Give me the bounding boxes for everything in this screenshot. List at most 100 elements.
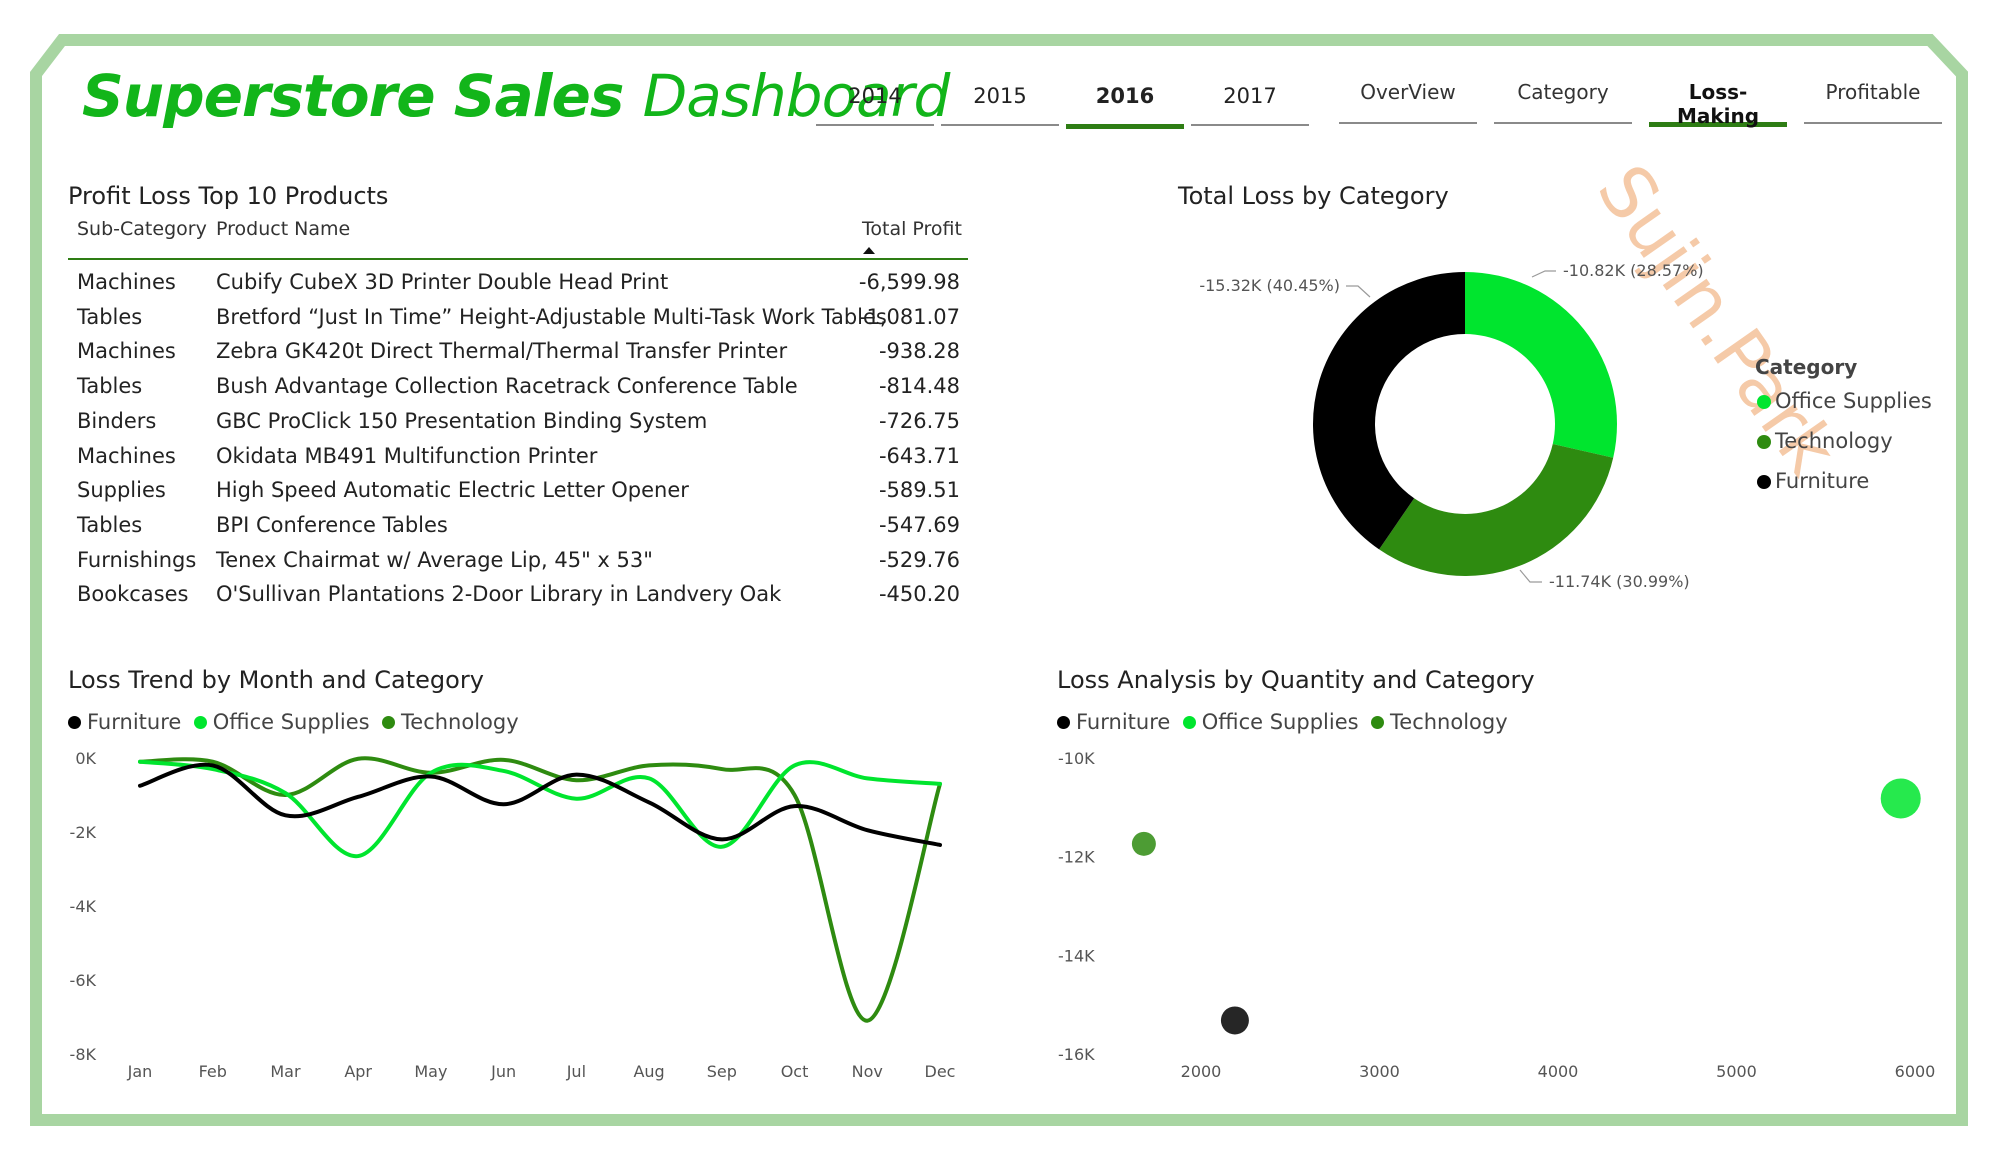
cell-subcategory: Bookcases xyxy=(77,582,189,607)
x-tick-label: Jun xyxy=(490,1062,516,1081)
table-row[interactable]: Tables Bretford “Just In Time” Height-Adj… xyxy=(68,305,968,339)
header-divider xyxy=(68,258,968,260)
donut-data-label: -10.82K (28.57%) xyxy=(1563,261,1704,280)
cell-product-name: Cubify CubeX 3D Printer Double Head Prin… xyxy=(216,270,669,294)
x-tick-label: 4000 xyxy=(1538,1062,1579,1081)
legend-item-office-supplies[interactable]: Office Supplies xyxy=(193,710,370,734)
donut-leader-line xyxy=(1346,285,1371,298)
legend-label-office-supplies: Office Supplies xyxy=(212,710,370,734)
legend-label-technology: Technology xyxy=(401,710,519,734)
cell-total-profit: -1,081.07 xyxy=(858,304,960,329)
nav-tab-profitable[interactable]: Profitable xyxy=(1804,80,1942,124)
table-row[interactable]: Supplies High Speed Automatic Electric Le… xyxy=(68,478,968,512)
line-chart-title: Loss Trend by Month and Category xyxy=(68,666,484,694)
legend-item-furniture[interactable]: Furniture xyxy=(68,710,181,734)
legend-label-technology: Technology xyxy=(1390,710,1508,734)
year-tab-2015[interactable]: 2015 xyxy=(941,84,1059,126)
donut-slice-office-supplies[interactable] xyxy=(1465,272,1617,458)
year-tab-2016[interactable]: 2016 xyxy=(1066,84,1184,129)
x-tick-label: Oct xyxy=(781,1062,809,1081)
legend-dot-icon xyxy=(1757,435,1771,449)
x-tick-label: Jul xyxy=(566,1062,586,1081)
technology-dot-icon xyxy=(382,715,396,729)
line-series-furniture[interactable] xyxy=(138,762,942,847)
legend-label-furniture: Furniture xyxy=(87,710,182,734)
table-row[interactable]: Tables Bush Advantage Collection Racetrac… xyxy=(68,374,968,408)
nav-tab-loss-making[interactable]: Loss-Making xyxy=(1649,80,1787,128)
cell-product-name: Bush Advantage Collection Racetrack Conf… xyxy=(216,374,798,399)
scatter-point-furniture[interactable] xyxy=(1220,1006,1249,1035)
cell-total-profit: -643.71 xyxy=(878,443,960,468)
table-row[interactable]: Machines Zebra GK420t Direct Thermal/Ther… xyxy=(68,339,968,373)
legend-dot-icon xyxy=(1757,475,1771,489)
y-tick-label: -8K xyxy=(70,1045,97,1064)
furniture-dot-icon xyxy=(1057,715,1070,729)
nav-tab-category[interactable]: Category xyxy=(1494,80,1632,124)
x-tick-label: Nov xyxy=(852,1062,883,1081)
cell-product-name: Zebra GK420t Direct Thermal/Thermal Tran… xyxy=(216,339,788,364)
donut-slice-furniture[interactable] xyxy=(1313,272,1465,550)
x-tick-label: 2000 xyxy=(1181,1062,1222,1081)
year-tab-2017[interactable]: 2017 xyxy=(1191,84,1309,126)
line-chart: 0K -2K -4K -6K -8K Jan Feb Mar Apr May Jun Jul Aug Se… xyxy=(70,749,956,1081)
cell-subcategory: Machines xyxy=(77,443,176,468)
cell-total-profit: -589.51 xyxy=(878,478,960,503)
legend-label-office-supplies: Office Supplies xyxy=(1201,710,1359,734)
table-row[interactable]: Machines Cubify CubeX 3D Printer Double H… xyxy=(68,270,968,304)
cell-subcategory: Furnishings xyxy=(77,547,197,572)
legend-item-technology[interactable]: Technology xyxy=(382,710,519,734)
y-tick-label: -2K xyxy=(70,823,97,842)
donut-legend-label[interactable]: Office Supplies xyxy=(1775,389,1932,413)
donut-legend-label[interactable]: Furniture xyxy=(1775,469,1869,493)
cell-product-name: High Speed Automatic Electric Letter Ope… xyxy=(216,478,689,503)
cell-subcategory: Machines xyxy=(77,339,176,364)
x-tick-label: Mar xyxy=(270,1062,301,1081)
legend-item-furniture[interactable]: Furniture xyxy=(1057,710,1170,734)
x-tick-label: 3000 xyxy=(1359,1062,1400,1081)
table-row[interactable]: Furnishings Tenex Chairmat w/ Average Lip… xyxy=(68,548,968,582)
donut-leader-line xyxy=(1519,569,1542,583)
legend-dot-icon xyxy=(1757,395,1771,409)
y-tick-label: -10K xyxy=(1058,749,1095,768)
column-header-total-profit[interactable]: Total Profit xyxy=(862,218,962,240)
cell-total-profit: -450.20 xyxy=(878,582,960,607)
x-tick-label: 6000 xyxy=(1895,1062,1936,1081)
x-tick-label: Aug xyxy=(633,1062,664,1081)
cell-product-name: Okidata MB491 Multifunction Printer xyxy=(216,443,598,468)
table-row[interactable]: Binders GBC ProClick 150 Presentation Bin… xyxy=(68,409,968,443)
line-chart-legend: Furniture Office Supplies Technology xyxy=(68,710,527,734)
y-tick-label: 0K xyxy=(75,749,96,768)
scatter-point-technology[interactable] xyxy=(1131,831,1156,856)
donut-slice-technology[interactable] xyxy=(1379,443,1614,576)
cell-subcategory: Binders xyxy=(77,408,157,433)
column-header-subcategory[interactable]: Sub-Category xyxy=(77,218,207,240)
table-row[interactable]: Tables BPI Conference Tables -547.69 xyxy=(68,513,968,547)
legend-label-furniture: Furniture xyxy=(1076,710,1171,734)
legend-item-technology[interactable]: Technology xyxy=(1371,710,1508,734)
table-row[interactable]: Machines Okidata MB491 Multifunction Prin… xyxy=(68,444,968,478)
year-tab-2014[interactable]: 2014 xyxy=(816,84,934,126)
cell-subcategory: Tables xyxy=(77,304,143,329)
title-bold: Superstore Sales xyxy=(82,62,624,130)
x-tick-label: Feb xyxy=(199,1062,227,1081)
cell-total-profit: -814.48 xyxy=(878,374,960,399)
nav-tab-overview[interactable]: OverView xyxy=(1339,80,1477,124)
cell-product-name: GBC ProClick 150 Presentation Binding Sy… xyxy=(216,408,708,433)
donut-legend-label[interactable]: Technology xyxy=(1774,429,1893,453)
donut-data-label: -11.74K (30.99%) xyxy=(1549,572,1690,591)
scatter-chart-title: Loss Analysis by Quantity and Category xyxy=(1057,666,1535,694)
column-header-product[interactable]: Product Name xyxy=(216,218,350,240)
cell-subcategory: Tables xyxy=(77,512,143,537)
table-row[interactable]: Bookcases O'Sullivan Plantations 2-Door L… xyxy=(68,582,968,616)
scatter-chart-legend: Furniture Office Supplies Technology xyxy=(1057,710,1516,734)
technology-dot-icon xyxy=(1371,715,1385,729)
scatter-point-office-supplies[interactable] xyxy=(1880,778,1921,819)
x-tick-label: Jan xyxy=(127,1062,153,1081)
scatter-chart: -10K -12K -14K -16K 2000 3000 4000 5000 6000 xyxy=(1058,749,1936,1081)
cell-product-name: Bretford “Just In Time” Height-Adjustabl… xyxy=(216,304,887,329)
sort-ascending-icon[interactable] xyxy=(862,245,876,255)
legend-item-office-supplies[interactable]: Office Supplies xyxy=(1182,710,1359,734)
cell-product-name: Tenex Chairmat w/ Average Lip, 45" x 53" xyxy=(216,547,653,572)
cell-total-profit: -726.75 xyxy=(878,408,960,433)
table-title: Profit Loss Top 10 Products xyxy=(68,182,389,210)
